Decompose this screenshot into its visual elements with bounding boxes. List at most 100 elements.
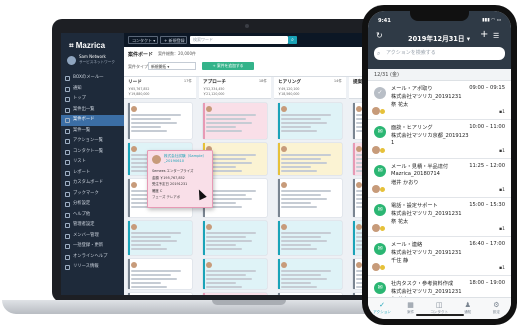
action-search-input[interactable]: ⌕ アクションを検索する — [374, 47, 505, 60]
nav-icon — [65, 118, 70, 123]
avatar — [380, 187, 385, 192]
sidebar-item[interactable]: 管理者設定 — [61, 220, 124, 231]
sidebar-item-label: カスタムボード — [73, 180, 104, 185]
nav-icon — [65, 76, 70, 81]
sidebar-item[interactable]: 分析設定 — [61, 199, 124, 210]
activity-time: 10:00 – 11:00 — [469, 124, 505, 130]
activity-item[interactable]: ✓ メール・アポ取り 09:00 – 09:15 株式会社マツリカ_20191231 祭… — [368, 81, 511, 120]
board-total: 案件総数：20,000件 — [158, 51, 196, 56]
card-text-line — [206, 114, 256, 116]
sidebar-item[interactable]: コンタクト一覧 — [61, 147, 124, 158]
new-entry-button[interactable]: + 新規登録 — [160, 36, 187, 44]
refresh-icon[interactable]: ↻ — [376, 31, 383, 40]
deal-card[interactable] — [203, 259, 267, 289]
sidebar-item[interactable]: リリース情報 — [61, 262, 124, 273]
action-type-icon[interactable]: ✉ — [374, 243, 386, 255]
activity-title: メール・見積・半品達付 — [391, 164, 449, 170]
sidebar-item[interactable]: レポート — [61, 168, 124, 179]
deal-card[interactable] — [203, 293, 267, 295]
card-stripe — [128, 143, 130, 175]
activity-title: 社内タスク・参考資料作成 — [391, 281, 454, 287]
tab-item[interactable]: ♟ 通知 — [454, 301, 482, 315]
activity-contact: 増井 かおり — [391, 180, 419, 186]
avatar — [131, 106, 137, 112]
tab-item[interactable]: ✓ アクション — [368, 301, 396, 315]
deal-type-select[interactable]: 新規開拓 ▾ — [148, 62, 196, 70]
tab-label: 案件 — [407, 310, 415, 314]
deal-card[interactable] — [203, 221, 267, 255]
dragged-deal-card[interactable]: 株式会社試験（Sample）_20190610 Semees エンタープライズ金… — [147, 150, 213, 208]
card-text-line — [131, 126, 161, 128]
sidebar-item[interactable]: ブックマーク — [61, 189, 124, 200]
sidebar-item[interactable]: BOXのメール一 — [61, 73, 124, 84]
action-type-icon[interactable]: ✉ — [374, 282, 386, 294]
activity-item[interactable]: ✉ メール・見積・半品達付 11:25 – 12:00 Mazrica_2018071… — [368, 159, 511, 198]
deal-card[interactable] — [128, 259, 192, 289]
deal-card[interactable] — [278, 143, 342, 175]
deal-title: 株式会社試験（Sample）_20190610 — [164, 154, 207, 163]
add-deal-button[interactable]: + 案件を追加する — [202, 62, 254, 70]
activity-item[interactable]: ✉ メール・連絡 16:40 – 17:00 株式会社マツリカ_20191231 千住 … — [368, 237, 511, 276]
card-text-line — [281, 190, 331, 192]
tab-item[interactable]: ◫ コンタクト — [425, 301, 453, 315]
card-text-line — [281, 282, 311, 284]
sidebar-item[interactable]: ヘルプ他 — [61, 210, 124, 221]
user-box[interactable]: Sam Network サービスネットワーク — [67, 53, 121, 71]
card-text-line — [281, 170, 317, 172]
activity-time: 15:00 – 15:30 — [469, 202, 505, 208]
card-text-line — [206, 122, 252, 124]
card-text-line — [206, 190, 256, 192]
deal-card[interactable] — [128, 103, 192, 139]
deal-card[interactable] — [278, 221, 342, 255]
sidebar-item[interactable]: 案件一覧 — [61, 126, 124, 137]
contact-select[interactable]: コンタクト ▾ — [128, 36, 158, 44]
activity-deal: Mazrica_20180714 — [391, 171, 440, 177]
action-type-icon[interactable]: ✉ — [374, 204, 386, 216]
card-text-line — [281, 278, 327, 280]
action-type-icon[interactable]: ✉ — [374, 126, 386, 138]
sidebar-item[interactable]: 案件ボード — [61, 115, 124, 126]
tab-item[interactable]: ▦ 案件 — [397, 301, 425, 315]
sidebar-item[interactable]: トップ — [61, 94, 124, 105]
deal-card[interactable] — [203, 103, 267, 139]
activity-item[interactable]: ✉ 電話・設定サポート 15:00 – 15:30 株式会社マツリカ_20191231… — [368, 198, 511, 237]
sidebar-item[interactable]: リスト — [61, 157, 124, 168]
deal-card[interactable] — [278, 103, 342, 139]
sidebar-item[interactable]: 案件出一覧 — [61, 105, 124, 116]
laptop-notch — [212, 300, 286, 305]
column-stat: ￥21,120,000 — [203, 92, 225, 96]
sidebar-item[interactable]: オンラインヘルプ — [61, 252, 124, 263]
sidebar-item[interactable]: 通知 — [61, 84, 124, 95]
card-text-line — [131, 122, 177, 124]
search-button[interactable]: ⌕ — [288, 36, 297, 44]
deal-card[interactable] — [278, 179, 342, 217]
sidebar-item-label: 一括登録・更新 — [73, 243, 104, 248]
search-icon: ⌕ — [291, 37, 294, 43]
tab-icon: ✓ — [379, 301, 385, 309]
sidebar-item[interactable]: メンバー管理 — [61, 231, 124, 242]
sidebar-item[interactable]: カスタムボード — [61, 178, 124, 189]
search-placeholder: アクションを検索する — [386, 50, 436, 56]
sidebar-item-label: ブックマーク — [73, 190, 99, 196]
action-type-icon[interactable]: ✉ — [374, 165, 386, 177]
activity-title: メール・連絡 — [391, 242, 423, 248]
filter-icon[interactable]: ☰ — [493, 32, 499, 40]
sidebar-item[interactable]: 一括登録・更新 — [61, 241, 124, 252]
sidebar-item[interactable]: アクション一覧 — [61, 136, 124, 147]
card-stripe — [203, 293, 205, 295]
deal-card[interactable] — [278, 259, 342, 289]
sidebar-item-label: リスト — [73, 159, 86, 164]
search-input[interactable]: 検索ワード — [190, 36, 288, 44]
sidebar-item-label: オンラインヘルプ — [73, 253, 108, 259]
deal-card[interactable] — [128, 221, 192, 255]
deal-card[interactable] — [128, 293, 192, 295]
card-text-line — [281, 162, 327, 164]
check-icon[interactable]: ✓ — [374, 87, 386, 99]
add-icon[interactable]: + — [480, 29, 488, 40]
card-text-line — [206, 286, 242, 288]
nav-icon — [65, 170, 70, 176]
activity-item[interactable]: ✉ 面談・ヒアリング 10:00 – 11:00 株式会社マツリカ京都_2019123… — [368, 120, 511, 159]
tab-item[interactable]: ⚙ 設定 — [482, 301, 510, 315]
date-picker[interactable]: 2019年12月31日 ▾ — [408, 33, 470, 43]
deal-card[interactable] — [278, 293, 342, 295]
